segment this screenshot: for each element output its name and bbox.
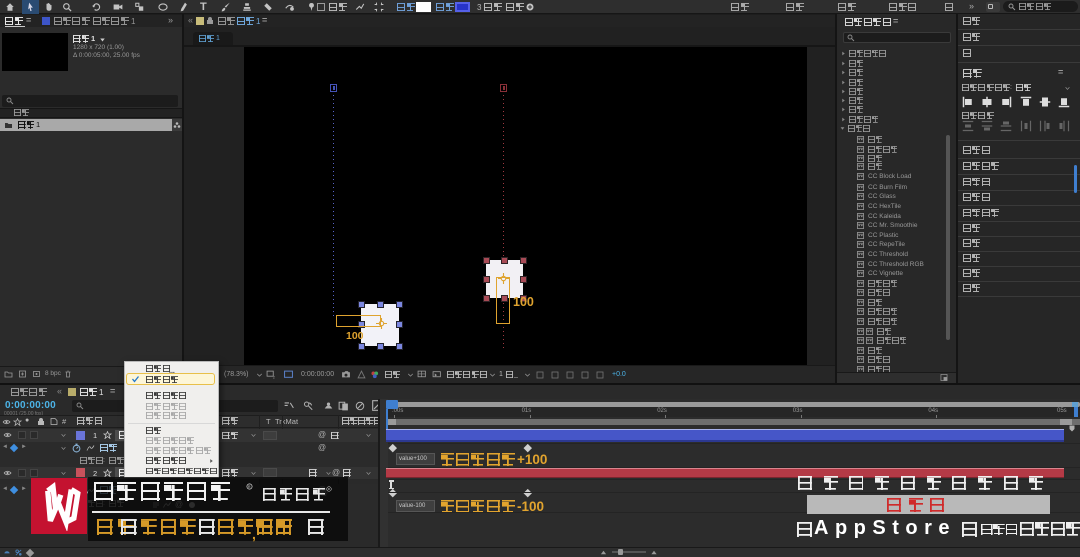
svg-text:R: R <box>328 487 331 491</box>
svg-text:R: R <box>248 485 251 489</box>
svg-text:2: 2 <box>273 374 275 379</box>
